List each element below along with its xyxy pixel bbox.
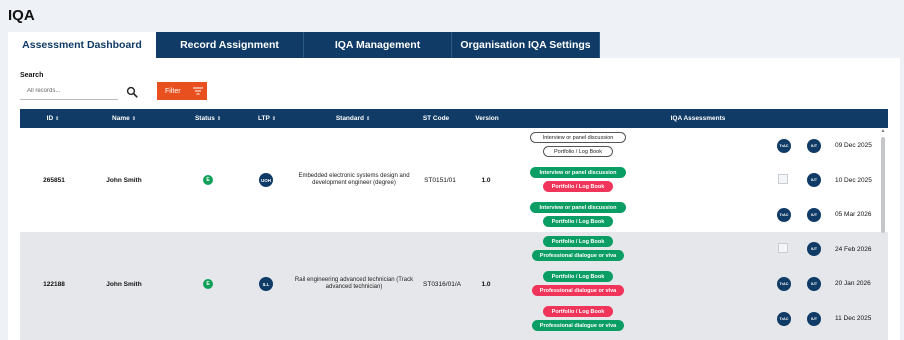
search-icon[interactable] (126, 86, 138, 98)
table-scrollbar[interactable]: ▲ (880, 128, 886, 340)
assessment-method-pill[interactable]: Professional dialogue or viva (532, 285, 624, 296)
assessment-date: 11 Dec 2025 (835, 315, 872, 322)
assessment-date: 09 Dec 2025 (835, 142, 872, 149)
tab-bar: Assessment Dashboard Record Assignment I… (8, 32, 600, 58)
status-cell: E (198, 232, 218, 336)
standard-cell: Rail engineering advanced technician (Tr… (289, 232, 419, 336)
scroll-thumb[interactable] (881, 137, 885, 233)
row-name: John Smith (106, 176, 142, 184)
broken-image-icon (778, 174, 788, 184)
assessment-date: 20 Jan 2026 (835, 280, 871, 287)
header-standard[interactable]: Standard ⇕ (328, 109, 378, 128)
iqa-avatar[interactable]: IUT (807, 277, 821, 291)
tab-assessment-dashboard[interactable]: Assessment Dashboard (8, 32, 156, 58)
iqa-avatar[interactable]: IUT (807, 242, 821, 256)
st-code: ST0316/01/A (423, 280, 461, 288)
page-title: IQA (8, 7, 35, 24)
header-ltp[interactable]: LTP ⇕ (252, 109, 282, 128)
st-code: ST0151/01 (424, 176, 456, 184)
header-status[interactable]: Status ⇕ (188, 109, 228, 128)
row-name: John Smith (106, 280, 142, 288)
header-version-label: Version (475, 115, 499, 122)
table-row[interactable]: 122188 John Smith E ILL Rail engineering… (20, 232, 888, 340)
header-version: Version (470, 109, 504, 128)
status-badge: E (203, 175, 213, 185)
assessment-date: 10 Dec 2025 (835, 177, 872, 184)
broken-image-icon (778, 243, 788, 253)
assessment-method-pill[interactable]: Professional dialogue or viva (532, 320, 624, 331)
assessment-method-pill[interactable]: Portfolio / Log Book (543, 236, 613, 247)
status-badge: E (203, 279, 213, 289)
header-id[interactable]: ID ⇕ (38, 109, 68, 128)
header-st-code: ST Code (414, 109, 458, 128)
filter-button[interactable]: Filter (157, 82, 207, 100)
table-row[interactable]: 265851 John Smith E UOH Embedded electro… (20, 128, 888, 232)
version: 1.0 (481, 280, 491, 288)
ltp-cell: UOH (256, 128, 276, 232)
iqa-avatar[interactable]: IUT (807, 208, 821, 222)
header-standard-label: Standard (335, 115, 364, 122)
ltp-badge[interactable]: UOH (259, 173, 273, 187)
sort-icon: ⇕ (55, 115, 60, 122)
sort-icon: ⇕ (131, 115, 136, 122)
assessment-method-pill[interactable]: Portfolio / Log Book (543, 146, 613, 157)
iqa-avatar[interactable]: IUT (807, 312, 821, 326)
standard-cell: Embedded electronic systems design and d… (289, 128, 419, 232)
version: 1.0 (481, 176, 491, 184)
header-status-label: Status (194, 115, 215, 122)
ltp-badge[interactable]: ILL (259, 277, 273, 291)
assessment-method-pill[interactable]: Interview or panel discussion (530, 132, 626, 143)
assessor-avatar[interactable]: TrAC (777, 312, 791, 326)
row-id: 122188 (43, 280, 65, 288)
iqa-avatar[interactable]: IUT (807, 139, 821, 153)
table-header: ID ⇕ Name ⇕ Status ⇕ LTP ⇕ Standard ⇕ ST Code… (20, 109, 888, 128)
ltp-cell: ILL (256, 232, 276, 336)
header-ltp-label: LTP (258, 115, 270, 122)
filter-lines-icon (192, 87, 203, 95)
iqa-avatar[interactable]: IUT (807, 173, 821, 187)
tab-organisation-iqa-settings[interactable]: Organisation IQA Settings (452, 32, 600, 58)
assessor-avatar[interactable]: TrAC (777, 208, 791, 222)
assessment-method-pill[interactable]: Portfolio / Log Book (543, 306, 613, 317)
tab-iqa-management[interactable]: IQA Management (304, 32, 452, 58)
assessment-date: 24 Feb 2026 (835, 246, 872, 253)
assessor-avatar[interactable]: TrAC (777, 139, 791, 153)
header-iqa-assessments: IQA Assessments (650, 109, 746, 128)
assessment-method-pill[interactable]: Interview or panel discussion (530, 167, 626, 178)
header-id-label: ID (46, 115, 54, 122)
sort-icon: ⇕ (271, 115, 276, 122)
header-name-label: Name (112, 115, 130, 122)
filter-label: Filter (165, 87, 181, 95)
search-label: Search (20, 72, 44, 79)
assessment-method-pill[interactable]: Portfolio / Log Book (543, 216, 613, 227)
search-input[interactable] (20, 82, 118, 100)
sort-icon: ⇕ (216, 115, 222, 122)
sort-icon: ⇕ (365, 115, 371, 122)
standard-text: Embedded electronic systems design and d… (298, 173, 410, 186)
header-iqa-assessments-label: IQA Assessments (670, 115, 726, 122)
assessor-avatar[interactable]: TrAC (777, 277, 791, 291)
header-st-code-label: ST Code (422, 115, 450, 122)
row-id: 265851 (43, 176, 65, 184)
assessment-method-pill[interactable]: Interview or panel discussion (530, 202, 626, 213)
header-name[interactable]: Name ⇕ (104, 109, 144, 128)
assessment-method-pill[interactable]: Portfolio / Log Book (543, 271, 613, 282)
scroll-up-arrow-icon[interactable]: ▲ (880, 128, 886, 134)
assessment-date: 05 Mar 2026 (835, 211, 872, 218)
status-cell: E (198, 128, 218, 232)
standard-text: Rail engineering advanced technician (Tr… (294, 277, 414, 290)
assessment-method-pill[interactable]: Professional dialogue or viva (532, 250, 624, 261)
assessment-method-pill[interactable]: Portfolio / Log Book (543, 181, 613, 192)
tab-record-assignment[interactable]: Record Assignment (156, 32, 304, 58)
